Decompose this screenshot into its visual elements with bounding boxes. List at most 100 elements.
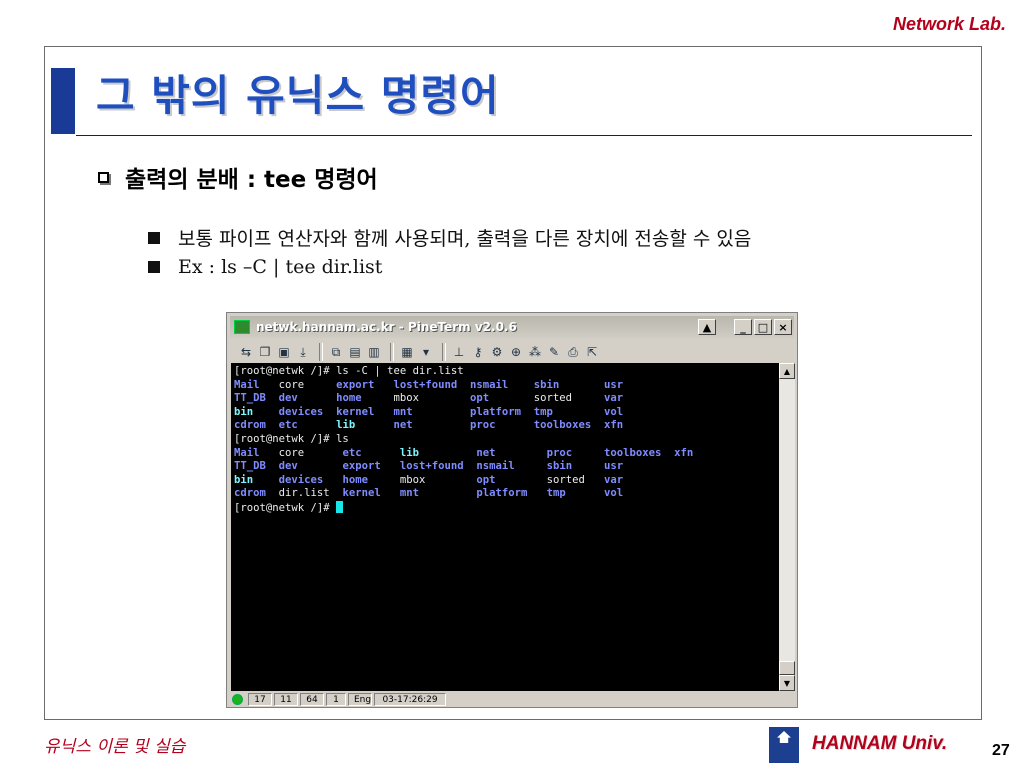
sub-bullet-text: Ex : ls –C | tee dir.list [178,256,383,278]
terminal-text: devices [278,473,343,486]
print-icon[interactable]: ⎙ [565,344,581,360]
terminal-cursor [336,500,344,513]
terminal-text: proc [546,446,604,459]
minimize-button[interactable]: _ [734,319,752,335]
terminal-text: dev [278,392,337,405]
status-cell: 17 [248,692,272,706]
terminal-screen[interactable]: [root@netwk /]# ls -C | tee dir.list Mail… [231,363,779,691]
terminal-line: TT_DB dev export lost+found nsmail sbin … [234,460,779,474]
network-lab-label: Network Lab. [892,14,1006,34]
terminal-text: platform [470,405,534,418]
terminal-text: vol [603,487,624,500]
terminal-text: toolboxes [533,419,604,432]
terminal-text: lost+found [399,460,477,473]
copy-icon[interactable]: ⧉ [328,344,344,360]
terminal-text: etc [278,419,337,432]
scrollbar-thumb[interactable] [779,661,795,675]
pineterm-window: netwk.hannam.ac.kr - PineTerm v2.0.6 ▲ _… [226,312,798,708]
terminal-text: home [342,473,400,486]
terminal-text: cdrom [234,419,279,432]
settings-icon[interactable]: ⚙ [489,344,505,360]
terminal-line: TT_DB dev home mbox opt sorted var [234,392,779,406]
maximize-button[interactable]: □ [754,319,772,335]
course-name: 유닉스 이론 및 실습 [44,737,186,757]
terminal-text: bin [234,405,279,418]
terminal-text: sorted [546,473,604,486]
toolbar-separator [390,343,394,361]
key-icon[interactable]: ⚷ [470,344,486,360]
terminal-line: Mail core export lost+found nsmail sbin … [234,379,779,393]
status-cell: 03-17:26:29 [374,692,446,706]
terminal-text: kernel [336,405,394,418]
terminal-text: lost+found [393,378,471,391]
terminal-text: core [278,446,343,459]
filled-square-bullet-icon [148,261,160,273]
terminal-text: TT_DB [234,460,279,473]
clipboard-icon[interactable]: ▥ [366,344,382,360]
sub-bullet-2: Ex : ls –C | tee dir.list [148,256,382,278]
terminal-text: nsmail [476,460,547,473]
terminal-text: sbin [546,460,604,473]
terminal-text: net [476,446,547,459]
terminal-text: opt [470,392,534,405]
window-titlebar[interactable]: netwk.hannam.ac.kr - PineTerm v2.0.6 ▲ _… [230,316,794,338]
terminal-text: lib [336,419,394,432]
terminal-text: platform [476,487,547,500]
terminal-text: [root@netwk /]# ls -C | tee dir.list [234,365,464,377]
paste-icon[interactable]: ▤ [347,344,363,360]
terminal-line: [root@netwk /]# [234,500,779,515]
scroll-up-icon[interactable]: ▲ [779,363,795,379]
close-button[interactable]: × [774,319,792,335]
exit-icon[interactable]: ⇱ [584,344,600,360]
terminal-text: home [336,392,394,405]
university-logo [769,727,799,763]
terminal-line: bin devices kernel mnt platform tmp vol [234,406,779,420]
scroll-down-icon[interactable]: ▼ [779,675,795,691]
zoom-icon[interactable]: ⊕ [508,344,524,360]
new-session-icon[interactable]: ❐ [257,344,273,360]
terminal-text: usr [603,378,624,391]
dropdown-icon[interactable]: ▾ [418,344,434,360]
logo-house-icon [777,731,791,743]
terminal-text: dir.list [278,487,343,500]
toolbar: ⇆ ❐ ▣ ⤓ ⧉ ▤ ▥ ▦ ▾ ⊥ ⚷ ⚙ ⊕ ⁂ ✎ ⎙ ⇱ [230,341,794,363]
keyboard-icon[interactable]: ⊥ [451,344,467,360]
log-icon[interactable]: ▦ [399,344,415,360]
title-accent-bar [51,68,75,134]
terminal-text: xfn [674,446,694,459]
terminal-text: tmp [546,487,604,500]
terminal-text: etc [342,446,400,459]
sub-bullet-text: 보통 파이프 연산자와 함께 사용되며, 출력을 다른 장치에 전송할 수 있음 [178,228,752,250]
filled-square-bullet-icon [148,231,160,244]
terminal-text: mbox [393,392,471,405]
terminal-text: mnt [399,487,477,500]
terminal-text: sorted [533,392,604,405]
vertical-scrollbar[interactable]: ▲ ▼ [779,363,795,691]
terminal-text: Mail [234,446,279,459]
terminal-text: nsmail [470,378,534,391]
scroll-up-arrow-button[interactable]: ▲ [698,319,716,335]
network-icon[interactable]: ⁂ [527,344,543,360]
terminal-text: kernel [342,487,400,500]
sub-bullet-1: 보통 파이프 연산자와 함께 사용되며, 출력을 다른 장치에 전송할 수 있음 [148,224,751,251]
terminal-text: export [342,460,400,473]
terminal-text: dev [278,460,343,473]
terminal-text: toolboxes [603,446,675,459]
terminal-line: [root@netwk /]# ls [234,433,779,447]
save-icon[interactable]: ▣ [276,344,292,360]
terminal-text: [root@netwk /]# ls [234,432,349,445]
connect-icon[interactable]: ⇆ [238,344,254,360]
status-cell: 11 [274,692,298,706]
status-cell: Eng [348,692,372,706]
terminal-text: opt [476,473,547,486]
terminal-text: Mail [234,378,279,391]
terminal-text: export [336,378,394,391]
transfer-icon[interactable]: ⤓ [295,344,311,360]
script-icon[interactable]: ✎ [546,344,562,360]
title-divider [76,135,972,136]
university-name: HANNAM Univ. [812,733,948,754]
terminal-text: proc [470,419,534,432]
window-title: netwk.hannam.ac.kr - PineTerm v2.0.6 [256,320,517,334]
slide-title: 그 밖의 유닉스 명령어 [96,71,500,120]
terminal-text: TT_DB [234,392,279,405]
